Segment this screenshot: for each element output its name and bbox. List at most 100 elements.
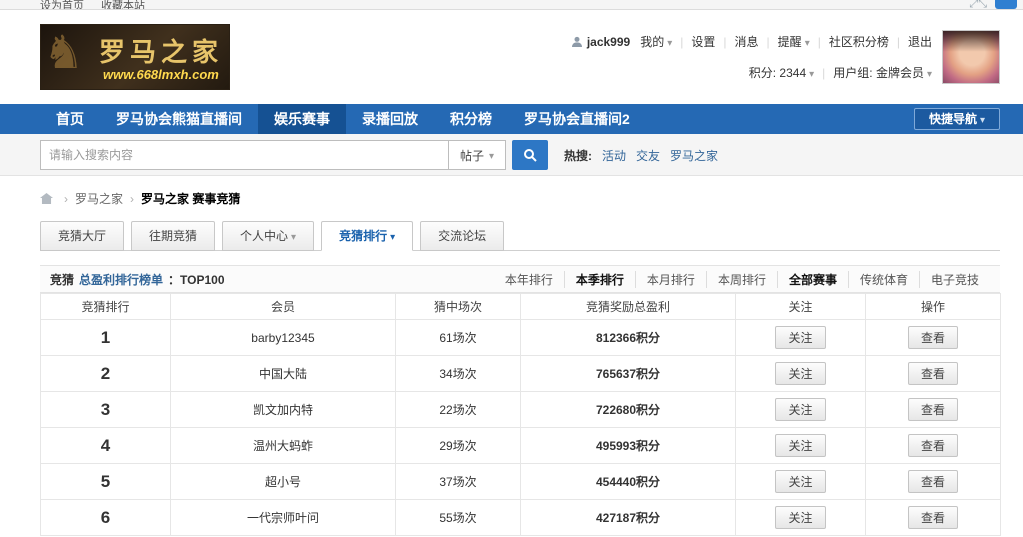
rank-number: 1 [41, 320, 171, 356]
tab-ranking[interactable]: 竞猜排行 [321, 221, 413, 251]
search-button[interactable] [512, 140, 548, 170]
user-icon [571, 36, 583, 48]
follow-button[interactable]: 关注 [775, 362, 825, 385]
filter-year[interactable]: 本年排行 [494, 271, 564, 288]
chevron-down-icon [486, 148, 494, 162]
view-button[interactable]: 查看 [908, 470, 958, 493]
chevron-down-icon [387, 229, 395, 243]
avatar[interactable] [942, 30, 1000, 84]
follow-button[interactable]: 关注 [775, 470, 825, 493]
app-widget-icon[interactable] [995, 0, 1017, 9]
nav-item-live2[interactable]: 罗马协会直播间2 [508, 104, 646, 134]
hot-link-activity[interactable]: 活动 [602, 147, 626, 164]
tab-forum[interactable]: 交流论坛 [420, 221, 504, 251]
filter-esports[interactable]: 电子竞技 [919, 271, 990, 288]
chevron-down-icon [802, 35, 810, 49]
search-icon [523, 148, 537, 162]
site-logo[interactable]: ♞ 罗马之家 www.668lmxh.com [40, 24, 230, 90]
chevron-down-icon [664, 35, 672, 49]
filter-season[interactable]: 本季排行 [564, 271, 635, 288]
username[interactable]: jack999 [571, 35, 630, 49]
wins-count: 34场次 [396, 356, 521, 392]
site-header: ♞ 罗马之家 www.668lmxh.com jack999 我的 设置 消息 … [0, 10, 1023, 104]
wins-count: 61场次 [396, 320, 521, 356]
wins-count: 37场次 [396, 464, 521, 500]
chevron-down-icon [977, 112, 985, 126]
breadcrumb: 罗马之家 罗马之家 赛事竞猜 [40, 190, 1000, 207]
wins-count: 55场次 [396, 500, 521, 536]
member-name: 温州大蚂蚱 [171, 428, 396, 464]
table-row: 4 温州大蚂蚱 29场次 495993积分 关注 查看 [41, 428, 1001, 464]
breadcrumb-separator [57, 192, 75, 206]
hot-link-site[interactable]: 罗马之家 [670, 147, 718, 164]
logo-title: 罗马之家 [99, 32, 223, 69]
profit-value: 427187积分 [521, 500, 736, 536]
search-input[interactable] [40, 140, 448, 170]
rank-number: 5 [41, 464, 171, 500]
filter-week[interactable]: 本周排行 [706, 271, 777, 288]
member-name: 一代宗师叶问 [171, 500, 396, 536]
nav-item-replay[interactable]: 录播回放 [346, 104, 434, 134]
filter-all-events[interactable]: 全部赛事 [777, 271, 848, 288]
chevron-down-icon [924, 66, 932, 80]
nav-item-entertainment[interactable]: 娱乐赛事 [258, 104, 346, 134]
set-home-link[interactable]: 设为首页 [40, 0, 84, 10]
logo-url: www.668lmxh.com [103, 67, 219, 82]
view-button[interactable]: 查看 [908, 398, 958, 421]
filter-month[interactable]: 本月排行 [635, 271, 706, 288]
table-row: 1 barby12345 61场次 812366积分 关注 查看 [41, 320, 1001, 356]
tab-past[interactable]: 往期竞猜 [131, 221, 215, 251]
view-button[interactable]: 查看 [908, 362, 958, 385]
member-name: barby12345 [171, 320, 396, 356]
chevron-down-icon [806, 66, 814, 80]
tab-lobby[interactable]: 竞猜大厅 [40, 221, 124, 251]
board-title-link[interactable]: 总盈利排行榜单 [79, 271, 163, 288]
fullscreen-icon[interactable]: ⤢⤡ [969, 0, 987, 9]
settings-link[interactable]: 设置 [691, 33, 715, 50]
view-button[interactable]: 查看 [908, 434, 958, 457]
leaderboard-link[interactable]: 社区积分榜 [829, 33, 889, 50]
logout-link[interactable]: 退出 [908, 33, 932, 50]
filter-traditional-sports[interactable]: 传统体育 [848, 271, 919, 288]
nav-item-home[interactable]: 首页 [40, 104, 100, 134]
ranking-filters: 本年排行 本季排行 本月排行 本周排行 全部赛事 传统体育 电子竞技 [494, 271, 990, 288]
view-button[interactable]: 查看 [908, 506, 958, 529]
col-action: 操作 [866, 294, 1001, 320]
profit-value: 722680积分 [521, 392, 736, 428]
col-rank: 竞猜排行 [41, 294, 171, 320]
board-title: 竞猜 总盈利排行榜单 ：TOP100 [50, 271, 225, 288]
follow-button[interactable]: 关注 [775, 326, 825, 349]
follow-button[interactable]: 关注 [775, 506, 825, 529]
profit-value: 495993积分 [521, 428, 736, 464]
nav-item-points[interactable]: 积分榜 [434, 104, 508, 134]
ranking-table: 竞猜排行 会员 猜中场次 竞猜奖励总盈利 关注 操作 1 barby12345 … [40, 293, 1001, 536]
favorite-link[interactable]: 收藏本站 [101, 0, 145, 10]
rank-number: 6 [41, 500, 171, 536]
view-button[interactable]: 查看 [908, 326, 958, 349]
search-category-dropdown[interactable]: 帖子 [448, 140, 506, 170]
my-menu[interactable]: 我的 [640, 33, 672, 50]
credits-dropdown[interactable]: 积分: 2344 [749, 64, 814, 81]
follow-button[interactable]: 关注 [775, 398, 825, 421]
table-header-row: 竞猜排行 会员 猜中场次 竞猜奖励总盈利 关注 操作 [41, 294, 1001, 320]
col-wins: 猜中场次 [396, 294, 521, 320]
hot-link-friends[interactable]: 交友 [636, 147, 660, 164]
table-row: 2 中国大陆 34场次 765637积分 关注 查看 [41, 356, 1001, 392]
search-bar: 帖子 热搜: 活动 交友 罗马之家 [0, 134, 1023, 176]
nav-item-panda-live[interactable]: 罗马协会熊猫直播间 [100, 104, 258, 134]
messages-link[interactable]: 消息 [735, 33, 759, 50]
notices-menu[interactable]: 提醒 [778, 33, 810, 50]
table-row: 3 凯文加内特 22场次 722680积分 关注 查看 [41, 392, 1001, 428]
follow-button[interactable]: 关注 [775, 434, 825, 457]
usergroup-dropdown[interactable]: 用户组: 金牌会员 [833, 64, 932, 81]
member-name: 超小号 [171, 464, 396, 500]
breadcrumb-home-link[interactable]: 罗马之家 [75, 190, 123, 207]
rank-number: 2 [41, 356, 171, 392]
home-icon[interactable] [40, 193, 53, 204]
quick-nav-button[interactable]: 快捷导航 [914, 108, 1000, 130]
profit-value: 454440积分 [521, 464, 736, 500]
wins-count: 22场次 [396, 392, 521, 428]
tab-personal-center[interactable]: 个人中心 [222, 221, 314, 251]
ranking-board-header: 竞猜 总盈利排行榜单 ：TOP100 本年排行 本季排行 本月排行 本周排行 全… [40, 265, 1000, 293]
col-follow: 关注 [736, 294, 866, 320]
